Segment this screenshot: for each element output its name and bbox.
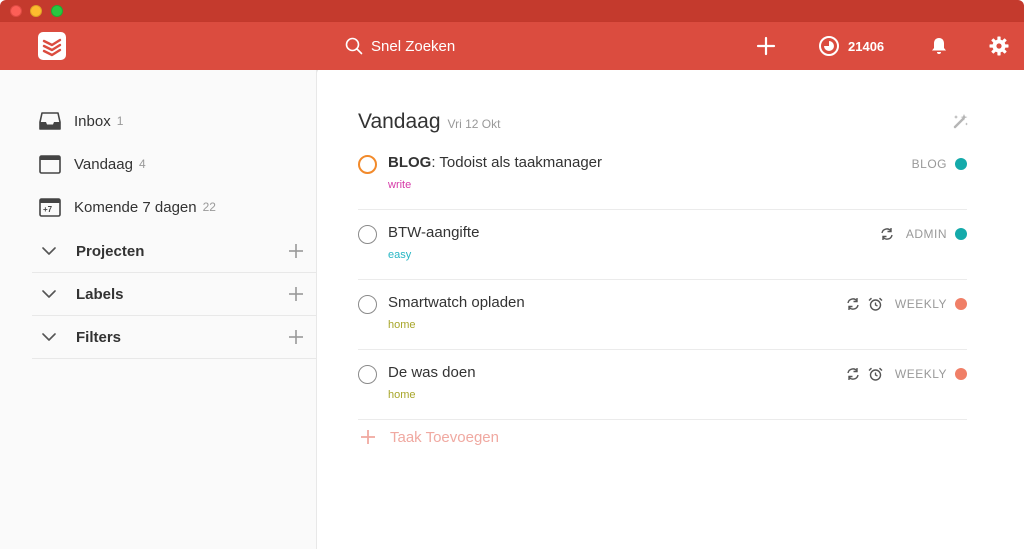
calendar-badge: +7 (43, 205, 53, 214)
task-checkbox[interactable] (358, 295, 377, 314)
main-content: Vandaag Vri 12 Okt BLOG: Todoist als taa… (318, 70, 1024, 549)
plus-icon (358, 427, 378, 447)
top-bar: Snel Zoeken 21406 (0, 22, 1024, 70)
karma-button[interactable]: 21406 (818, 34, 884, 58)
task-row[interactable]: De was doen home WEEKLY (358, 350, 967, 420)
chevron-down-icon[interactable] (32, 290, 66, 298)
task-row[interactable]: BLOG: Todoist als taakmanager write BLOG (358, 140, 967, 210)
tools-icon[interactable] (952, 112, 970, 130)
sidebar-item-inbox[interactable]: Inbox 1 (38, 106, 123, 136)
task-title[interactable]: BLOG: Todoist als taakmanager (388, 154, 602, 171)
project-color-dot (955, 298, 967, 310)
task-meta: WEEKLY (846, 294, 967, 314)
window-close-button[interactable] (10, 5, 22, 17)
add-project-plus-icon[interactable] (276, 244, 316, 258)
bell-icon (932, 38, 946, 54)
chevron-down-icon[interactable] (32, 333, 66, 341)
task-label[interactable]: home (388, 389, 416, 401)
task-meta: WEEKLY (846, 364, 967, 384)
task-title-prefix: BLOG (388, 154, 432, 171)
page-title: Vandaag (358, 110, 441, 133)
inbox-icon (38, 109, 62, 133)
recurring-icon (846, 297, 860, 311)
search-placeholder[interactable]: Snel Zoeken (371, 38, 455, 55)
calendar-plus7-icon: +7 (38, 195, 62, 219)
view-heading: Vandaag Vri 12 Okt (358, 110, 500, 134)
task-label[interactable]: write (388, 179, 411, 191)
add-label-plus-icon[interactable] (276, 287, 316, 301)
plus-icon (756, 36, 776, 56)
calendar-icon (38, 152, 62, 176)
task-project[interactable]: WEEKLY (895, 367, 947, 381)
alarm-clock-icon (868, 297, 883, 312)
task-checkbox[interactable] (358, 365, 377, 384)
project-color-dot (955, 228, 967, 240)
quick-add-button[interactable] (754, 34, 778, 58)
task-checkbox[interactable] (358, 225, 377, 244)
task-label[interactable]: easy (388, 249, 411, 261)
sidebar-item-label: Komende 7 dagen (74, 198, 197, 216)
notifications-button[interactable] (928, 34, 950, 58)
recurring-icon (880, 227, 894, 241)
today-count: 4 (138, 157, 146, 171)
project-color-dot (955, 158, 967, 170)
task-checkbox[interactable] (358, 155, 377, 174)
project-color-dot (955, 368, 967, 380)
page-date: Vri 12 Okt (447, 117, 501, 131)
add-filter-plus-icon[interactable] (276, 330, 316, 344)
window-titlebar (0, 0, 1024, 22)
task-meta: ADMIN (880, 224, 967, 244)
section-labels[interactable]: Labels (32, 273, 316, 316)
section-label: Filters (76, 328, 122, 346)
quick-search[interactable]: Snel Zoeken (345, 34, 455, 58)
task-row[interactable]: BTW-aangifte easy ADMIN (358, 210, 967, 280)
task-title[interactable]: BTW-aangifte (388, 224, 479, 241)
task-title[interactable]: De was doen (388, 364, 476, 381)
section-label: Labels (76, 285, 124, 303)
add-task-button[interactable]: Taak Toevoegen (358, 427, 499, 447)
task-project[interactable]: BLOG (912, 157, 947, 171)
next7-count: 22 (202, 200, 216, 214)
todoist-logo-icon[interactable] (38, 32, 66, 60)
chevron-down-icon[interactable] (32, 247, 66, 255)
task-title-text: : Todoist als taakmanager (431, 154, 602, 171)
section-filters[interactable]: Filters (32, 316, 316, 359)
sidebar-item-label: Inbox (74, 112, 111, 130)
sidebar-item-label: Vandaag (74, 155, 133, 173)
karma-score: 21406 (848, 38, 885, 54)
task-meta: BLOG (908, 154, 967, 174)
sidebar-item-next7days[interactable]: +7 Komende 7 dagen 22 (38, 192, 216, 222)
sidebar: Inbox 1 Vandaag 4 +7 Komende 7 dagen 22 … (0, 70, 317, 549)
section-projects[interactable]: Projecten (32, 230, 316, 273)
task-project[interactable]: WEEKLY (895, 297, 947, 311)
sidebar-item-today[interactable]: Vandaag 4 (38, 149, 146, 179)
search-icon (345, 37, 363, 55)
task-label[interactable]: home (388, 319, 416, 331)
add-task-label: Taak Toevoegen (390, 428, 499, 446)
window-maximize-button[interactable] (51, 5, 63, 17)
task-project[interactable]: ADMIN (906, 227, 947, 241)
karma-icon (819, 36, 839, 56)
inbox-count: 1 (116, 114, 124, 128)
gear-icon (989, 36, 1009, 56)
section-label: Projecten (76, 242, 145, 260)
task-title[interactable]: Smartwatch opladen (388, 294, 525, 311)
recurring-icon (846, 367, 860, 381)
task-row[interactable]: Smartwatch opladen home WEEKLY (358, 280, 967, 350)
alarm-clock-icon (868, 367, 883, 382)
window-minimize-button[interactable] (30, 5, 42, 17)
settings-button[interactable] (988, 34, 1010, 58)
